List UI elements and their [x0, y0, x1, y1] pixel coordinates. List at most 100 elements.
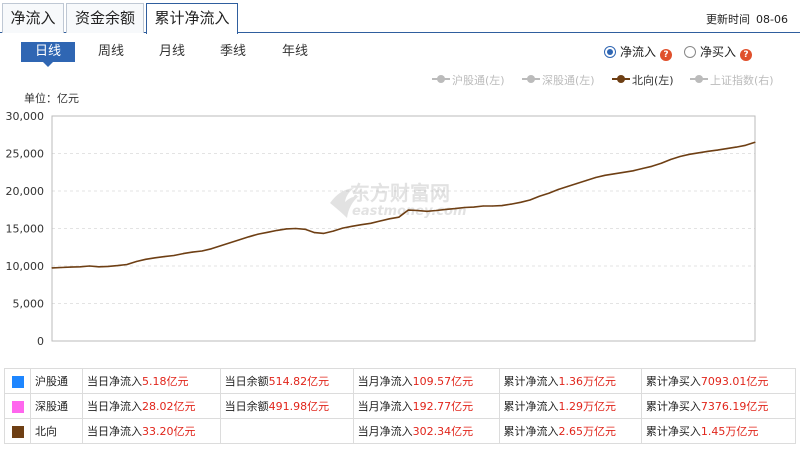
summary-cell: [219, 418, 354, 444]
update-time-value: 08-06: [756, 13, 788, 26]
legend-marker-icon: [432, 75, 450, 83]
data-point: [379, 220, 381, 222]
period-tab-daily[interactable]: 日线: [21, 42, 75, 67]
y-tick-label: 5,000: [13, 298, 45, 311]
data-point: [285, 228, 287, 230]
period-tab-monthly[interactable]: 月线: [145, 42, 199, 62]
data-point: [70, 266, 72, 268]
data-point: [88, 265, 91, 267]
summary-cell-label: 当月净流入: [357, 375, 413, 388]
data-point: [351, 225, 353, 227]
data-point: [576, 182, 578, 185]
data-point: [482, 205, 484, 207]
data-point: [623, 171, 625, 173]
data-point: [660, 162, 662, 164]
data-point: [276, 229, 278, 231]
y-tick-label: 25,000: [6, 148, 45, 161]
summary-cell: 当月净流入302.34亿元: [352, 418, 500, 444]
chart-area: 30,000 25,000 20,000 15,000 10,000 5,000 0 东方财…: [6, 110, 756, 348]
period-tab-yearly[interactable]: 年线: [268, 42, 322, 62]
summary-cell-label: 当日余额: [224, 375, 269, 388]
data-point: [267, 231, 269, 233]
data-point: [754, 141, 756, 143]
data-point: [426, 210, 428, 212]
period-tab-quarterly[interactable]: 季线: [206, 42, 260, 62]
legend-sz-connect[interactable]: 深股通(左): [522, 74, 595, 88]
data-point: [604, 174, 606, 176]
legend-sh-connect[interactable]: 沪股通(左): [432, 74, 505, 88]
data-point: [632, 170, 634, 172]
tab-cumulative-net-inflow[interactable]: 累计净流入: [146, 3, 238, 34]
radio-checked-icon: [604, 46, 616, 58]
y-tick-label: 15,000: [6, 223, 45, 236]
data-point: [688, 153, 691, 155]
data-point: [735, 146, 737, 148]
summary-cell: 当月净流入109.57亿元: [352, 368, 500, 394]
summary-cell-value: 1.45万亿元: [700, 425, 759, 438]
series-swatch-cell: [4, 393, 31, 419]
data-point: [557, 188, 559, 191]
update-time-label: 更新时间: [706, 13, 751, 26]
data-point: [79, 266, 81, 268]
data-point: [641, 167, 644, 170]
series-name: 深股通: [30, 393, 83, 419]
data-point: [566, 185, 569, 188]
legend-marker-icon: [522, 75, 540, 83]
data-point: [595, 176, 597, 179]
data-point: [435, 209, 437, 212]
help-icon[interactable]: ?: [740, 49, 753, 61]
series-name: 北向: [30, 418, 83, 444]
y-tick-label: 30,000: [6, 110, 45, 123]
legend-northbound[interactable]: 北向(左): [612, 74, 674, 88]
table-row: 北向 当日净流入33.20亿元 当月净流入302.34亿元 累计净流入2.65万亿元累…: [4, 418, 797, 444]
data-point: [304, 228, 306, 230]
data-point: [454, 208, 456, 210]
summary-cell: 累计净买入7093.01亿元: [640, 368, 797, 394]
tab-fund-balance[interactable]: 资金余额: [66, 3, 144, 33]
radio-net-inflow[interactable]: 净流入?: [604, 44, 673, 61]
data-point: [473, 206, 475, 208]
series-swatch-cell: [4, 418, 31, 444]
summary-cell: 累计净买入7376.19亿元: [640, 393, 797, 419]
data-point: [407, 209, 409, 211]
help-icon[interactable]: ?: [660, 49, 673, 61]
data-point: [248, 236, 250, 238]
summary-cell-value: 192.77亿元: [412, 400, 474, 413]
summary-cell-label: 当日净流入: [87, 375, 142, 388]
data-point: [107, 265, 109, 267]
data-point: [210, 248, 212, 250]
radio-net-buy[interactable]: 净买入?: [684, 44, 753, 61]
summary-cell: 当日净流入33.20亿元: [82, 418, 221, 444]
data-point: [745, 144, 747, 146]
data-point: [220, 245, 222, 247]
data-point: [163, 256, 166, 258]
data-point: [491, 205, 494, 207]
data-point: [295, 227, 297, 230]
data-point: [520, 201, 522, 203]
y-tick-label: 10,000: [6, 260, 45, 273]
tab-net-inflow[interactable]: 净流入: [2, 3, 64, 33]
summary-cell-label: 累计净买入: [645, 400, 701, 413]
summary-cell-value: 7093.01亿元: [700, 375, 769, 388]
watermark: 东方财富网 eastmoney.com: [330, 181, 467, 219]
period-tab-weekly[interactable]: 周线: [84, 42, 138, 62]
summary-cell: 累计净买入1.45万亿元: [640, 418, 797, 444]
summary-cell: 当日净流入5.18亿元: [82, 368, 221, 394]
legend-label: 深股通(左): [542, 74, 595, 87]
legend-sse-index[interactable]: 上证指数(右): [690, 74, 774, 88]
data-point: [417, 209, 419, 212]
data-point: [201, 250, 203, 252]
data-point: [670, 158, 672, 161]
series-name: 沪股通: [30, 368, 83, 394]
summary-cell-value: 302.34亿元: [412, 425, 474, 438]
data-point: [98, 266, 100, 268]
data-point: [398, 216, 400, 218]
table-row: 深股通 当日净流入28.02亿元 当日余额491.98亿元 当月净流入192.77亿元…: [4, 393, 797, 419]
data-point: [726, 148, 728, 150]
data-point: [60, 266, 63, 269]
data-point: [313, 232, 316, 234]
data-point: [360, 224, 362, 226]
summary-cell: 当日余额491.98亿元: [219, 393, 354, 419]
radio-unchecked-icon: [684, 46, 696, 58]
summary-cell-value: 491.98亿元: [268, 400, 330, 413]
